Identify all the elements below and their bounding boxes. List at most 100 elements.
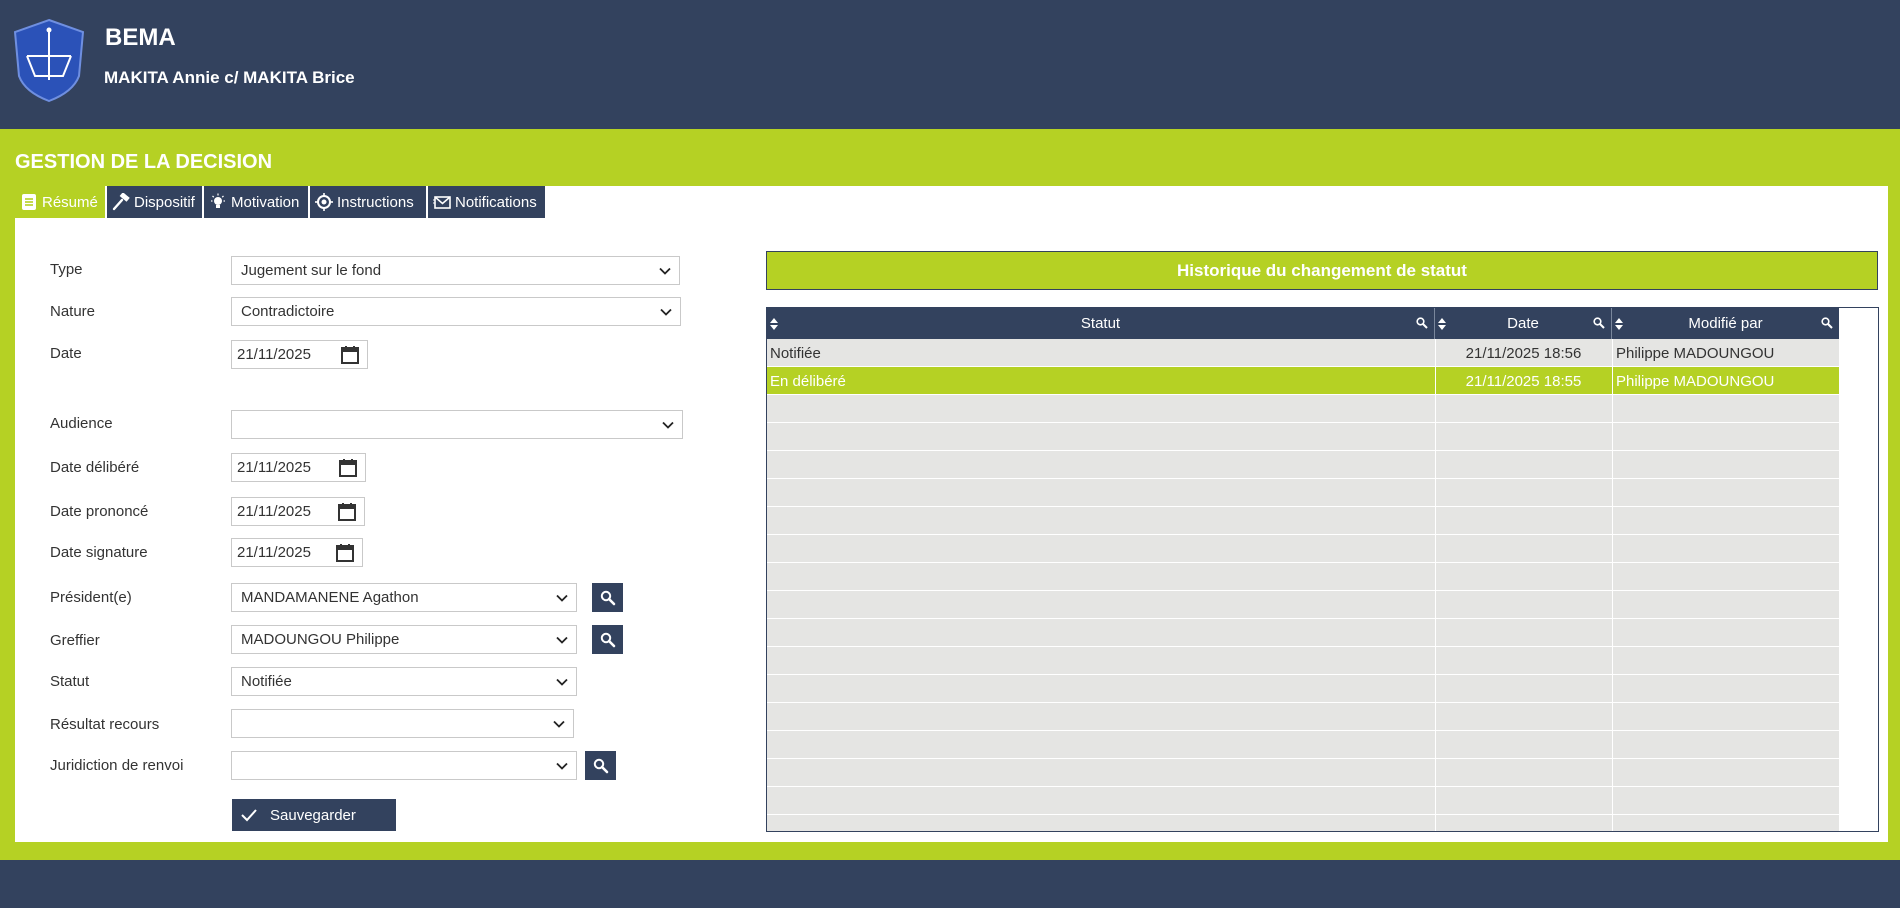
section-title: GESTION DE LA DECISION [15, 151, 273, 173]
empty-row [767, 787, 1839, 815]
chevron-down-icon [660, 308, 672, 316]
type-label: Type [50, 261, 83, 278]
chevron-down-icon [556, 636, 568, 644]
table-row[interactable]: Notifiée 21/11/2025 18:56 Philippe MADOU… [767, 339, 1839, 367]
date-label: Date [50, 345, 82, 362]
date-delibere-field[interactable]: 21/11/2025 [231, 453, 366, 482]
juridiction-search-button[interactable] [585, 751, 616, 780]
tab-bar: Résumé Dispositif Motivation Instruction… [15, 186, 547, 218]
search-icon[interactable] [1416, 317, 1428, 329]
column-header-statut[interactable]: Statut [767, 308, 1435, 339]
save-button-label: Sauvegarder [270, 806, 356, 824]
search-icon [593, 758, 608, 773]
greffier-search-button[interactable] [592, 625, 623, 654]
type-value: Jugement sur le fond [241, 262, 382, 279]
chevron-down-icon [662, 421, 674, 429]
search-icon[interactable] [1593, 317, 1605, 329]
scales-shield-logo-icon [13, 18, 85, 103]
type-select[interactable]: Jugement sur le fond [231, 256, 680, 285]
grid-scroll-area [1839, 308, 1878, 831]
cell-modifie-par: Philippe MADOUNGOU [1616, 344, 1775, 362]
search-icon [600, 590, 615, 605]
cell-date: 21/11/2025 18:55 [1465, 372, 1582, 390]
column-header-date[interactable]: Date [1435, 308, 1612, 339]
tab-label: Instructions [337, 193, 414, 211]
date-prononce-field[interactable]: 21/11/2025 [231, 497, 365, 526]
history-grid: Statut Date Modifié par Notifiée 21/11/2… [766, 307, 1879, 832]
sort-icon[interactable] [770, 318, 778, 330]
sort-icon[interactable] [1438, 318, 1446, 330]
grid-header: Statut Date Modifié par [767, 308, 1839, 339]
lightbulb-icon [211, 193, 225, 208]
checkmark-icon [241, 809, 257, 822]
tab-label: Notifications [455, 193, 537, 211]
chevron-down-icon [556, 594, 568, 602]
date-value: 21/11/2025 [237, 346, 311, 363]
case-name: MAKITA Annie c/ MAKITA Brice [104, 68, 355, 87]
empty-row [767, 675, 1839, 703]
calendar-icon[interactable] [335, 543, 355, 563]
tab-dispositif[interactable]: Dispositif [107, 186, 202, 218]
empty-row [767, 619, 1839, 647]
tab-notifications[interactable]: Notifications [428, 186, 545, 218]
president-select[interactable]: MANDAMANENE Agathon [231, 583, 577, 612]
date-signature-field[interactable]: 21/11/2025 [231, 538, 363, 567]
column-header-modifie-par[interactable]: Modifié par [1612, 308, 1839, 339]
date-signature-label: Date signature [50, 544, 148, 561]
statut-value: Notifiée [241, 673, 292, 690]
tab-motivation[interactable]: Motivation [204, 186, 308, 218]
app-footer [0, 860, 1900, 908]
column-header-label: Date [1507, 315, 1539, 332]
audience-label: Audience [50, 415, 113, 432]
empty-row [767, 451, 1839, 479]
president-search-button[interactable] [592, 583, 623, 612]
date-delibere-label: Date délibéré [50, 459, 140, 476]
greffier-label: Greffier [50, 632, 100, 649]
empty-row [767, 703, 1839, 731]
chevron-down-icon [553, 720, 565, 728]
date-prononce-label: Date prononcé [50, 503, 149, 520]
cell-date: 21/11/2025 18:56 [1465, 344, 1582, 362]
statut-select[interactable]: Notifiée [231, 667, 577, 696]
column-header-label: Modifié par [1688, 315, 1763, 332]
statut-label: Statut [50, 673, 90, 690]
date-signature-value: 21/11/2025 [237, 544, 311, 561]
empty-row [767, 507, 1839, 535]
date-prononce-value: 21/11/2025 [237, 503, 311, 520]
tab-resume[interactable]: Résumé [15, 186, 105, 218]
resultat-recours-label: Résultat recours [50, 716, 160, 733]
greffier-select[interactable]: MADOUNGOU Philippe [231, 625, 577, 654]
empty-row [767, 395, 1839, 423]
date-delibere-value: 21/11/2025 [237, 459, 311, 476]
column-divider [1435, 339, 1436, 831]
history-title: Historique du changement de statut [766, 251, 1878, 290]
calendar-icon[interactable] [340, 345, 360, 365]
chevron-down-icon [556, 678, 568, 686]
empty-row [767, 591, 1839, 619]
chevron-down-icon [659, 267, 671, 275]
cell-statut: En délibéré [770, 372, 846, 390]
calendar-icon[interactable] [337, 502, 357, 522]
app-header: BEMA MAKITA Annie c/ MAKITA Brice [0, 0, 1900, 129]
grid-body: Notifiée 21/11/2025 18:56 Philippe MADOU… [767, 339, 1839, 831]
audience-select[interactable] [231, 410, 683, 439]
empty-row [767, 759, 1839, 787]
app-name: BEMA [105, 24, 176, 51]
table-row[interactable]: En délibéré 21/11/2025 18:55 Philippe MA… [767, 367, 1839, 395]
column-divider [1612, 339, 1613, 831]
search-icon [600, 632, 615, 647]
nature-select[interactable]: Contradictoire [231, 297, 681, 326]
date-field[interactable]: 21/11/2025 [231, 340, 368, 369]
nature-label: Nature [50, 303, 96, 320]
tab-instructions[interactable]: Instructions [310, 186, 426, 218]
search-icon[interactable] [1821, 317, 1833, 329]
juridiction-renvoi-select[interactable] [231, 751, 577, 780]
president-label: Président(e) [50, 589, 132, 606]
resultat-recours-select[interactable] [231, 709, 574, 738]
sort-icon[interactable] [1615, 318, 1623, 330]
save-button[interactable]: Sauvegarder [232, 799, 396, 831]
chevron-down-icon [556, 762, 568, 770]
tab-label: Motivation [231, 193, 300, 211]
calendar-icon[interactable] [338, 458, 358, 478]
envelope-icon [433, 196, 451, 209]
